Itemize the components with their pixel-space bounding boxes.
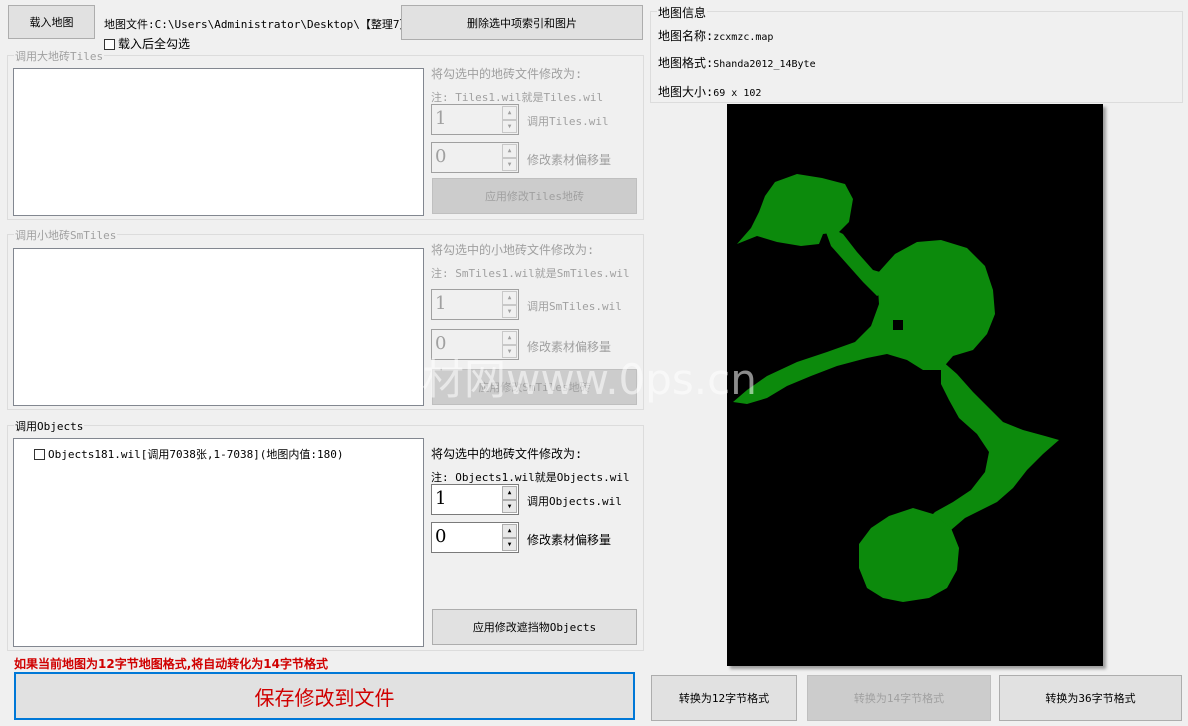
tiles-offset-stepper[interactable]: 0 ▲ ▼ — [431, 142, 519, 173]
stepper-down-icon[interactable]: ▼ — [502, 119, 517, 133]
format-warning: 如果当前地图为12字节地图格式,将自动转化为14字节格式 — [14, 657, 328, 671]
map-size-row: 地图大小:69 x 102 — [658, 83, 761, 100]
apply-objects-button[interactable]: 应用修改遮挡物Objects — [432, 609, 637, 645]
stepper-down-icon[interactable]: ▼ — [502, 304, 517, 318]
map-size-value: 69 x 102 — [713, 88, 762, 99]
map-size-label: 地图大小: — [658, 85, 714, 99]
objects-offset-stepper[interactable]: 0 ▲ ▼ — [431, 522, 519, 553]
objects-group-title: 调用Objects — [14, 418, 85, 434]
smtiles-change-to-label: 将勾选中的小地砖文件修改为: — [431, 243, 595, 257]
stepper-down-icon[interactable]: ▼ — [502, 344, 517, 358]
objects-listbox[interactable]: Objects181.wil[调用7038张,1-7038](地图内值:180) — [13, 438, 424, 647]
map-info-title: 地图信息 — [657, 4, 708, 21]
tiles-note: 注: Tiles1.wil就是Tiles.wil — [431, 91, 604, 104]
convert-14byte-button[interactable]: 转换为14字节格式 — [807, 675, 991, 721]
map-format-row: 地图格式:Shanda2012_14Byte — [658, 54, 816, 71]
delete-selected-button[interactable]: 删除选中项索引和图片 — [401, 5, 643, 40]
stepper-up-icon[interactable]: ▲ — [502, 291, 517, 305]
stepper-up-icon[interactable]: ▲ — [502, 331, 517, 345]
tiles-offset-label: 修改素材偏移量 — [527, 153, 612, 167]
map-preview[interactable] — [727, 104, 1103, 666]
list-item[interactable]: Objects181.wil[调用7038张,1-7038](地图内值:180) — [34, 446, 344, 462]
map-name-row: 地图名称:zcxmzc.map — [658, 27, 773, 44]
smtiles-group-title: 调用小地砖SmTiles — [14, 227, 118, 243]
stepper-down-icon[interactable]: ▼ — [502, 499, 517, 513]
map-preview-image — [733, 174, 1059, 602]
smtiles-offset-label: 修改素材偏移量 — [527, 340, 612, 354]
objects-change-to-label: 将勾选中的地砖文件修改为: — [431, 447, 583, 461]
stepper-down-icon[interactable]: ▼ — [502, 537, 517, 551]
map-format-value: Shanda2012_14Byte — [713, 59, 816, 70]
stepper-up-icon[interactable]: ▲ — [502, 144, 517, 158]
stepper-down-icon[interactable]: ▼ — [502, 157, 517, 171]
smtiles-index-value: 1 — [435, 293, 447, 314]
select-all-label: 载入后全勾选 — [118, 37, 191, 51]
list-item-label: Objects181.wil[调用7038张,1-7038](地图内值:180) — [48, 448, 344, 461]
select-all-after-load-checkbox[interactable]: 载入后全勾选 — [104, 35, 190, 52]
smtiles-index-stepper[interactable]: 1 ▲ ▼ — [431, 289, 519, 320]
objects-index-label: 调用Objects.wil — [527, 495, 622, 508]
stepper-up-icon[interactable]: ▲ — [502, 106, 517, 120]
tiles-offset-value: 0 — [435, 146, 447, 167]
convert-12byte-button[interactable]: 转换为12字节格式 — [651, 675, 797, 721]
smtiles-note: 注: SmTiles1.wil就是SmTiles.wil — [431, 267, 630, 280]
smtiles-index-label: 调用SmTiles.wil — [527, 300, 622, 313]
smtiles-offset-stepper[interactable]: 0 ▲ ▼ — [431, 329, 519, 360]
map-format-label: 地图格式: — [658, 56, 714, 70]
tiles-index-label: 调用Tiles.wil — [527, 115, 609, 128]
objects-index-value: 1 — [435, 488, 447, 509]
objects-offset-label: 修改素材偏移量 — [527, 533, 612, 547]
map-name-value: zcxmzc.map — [713, 32, 774, 43]
tiles-index-stepper[interactable]: 1 ▲ ▼ — [431, 104, 519, 135]
apply-tiles-button[interactable]: 应用修改Tiles地砖 — [432, 178, 637, 214]
smtiles-offset-value: 0 — [435, 333, 447, 354]
objects-index-stepper[interactable]: 1 ▲ ▼ — [431, 484, 519, 515]
checkbox-icon[interactable] — [104, 39, 115, 50]
stepper-up-icon[interactable]: ▲ — [502, 524, 517, 538]
save-to-file-button[interactable]: 保存修改到文件 — [14, 672, 635, 720]
smtiles-listbox[interactable] — [13, 248, 424, 406]
apply-smtiles-button[interactable]: 应用修改SmTiles地砖 — [432, 369, 637, 405]
load-map-button[interactable]: 载入地图 — [8, 5, 95, 39]
tiles-group-title: 调用大地砖Tiles — [14, 48, 105, 64]
tiles-index-value: 1 — [435, 108, 447, 129]
map-file-path: 地图文件:C:\Users\Administrator\Desktop\【整理7… — [104, 18, 418, 31]
objects-offset-value: 0 — [435, 526, 447, 547]
tiles-change-to-label: 将勾选中的地砖文件修改为: — [431, 67, 583, 81]
convert-36byte-button[interactable]: 转换为36字节格式 — [999, 675, 1182, 721]
objects-note: 注: Objects1.wil就是Objects.wil — [431, 471, 630, 484]
checkbox-icon[interactable] — [34, 449, 45, 460]
stepper-up-icon[interactable]: ▲ — [502, 486, 517, 500]
tiles-listbox[interactable] — [13, 68, 424, 216]
map-name-label: 地图名称: — [658, 29, 714, 43]
